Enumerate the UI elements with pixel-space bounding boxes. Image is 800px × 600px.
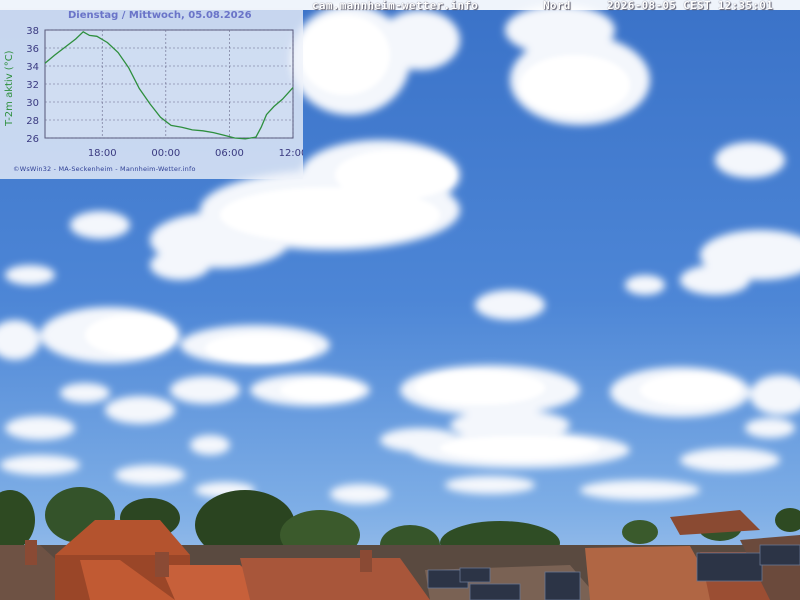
y-tick-label: 34 (26, 62, 39, 73)
y-tick-label: 32 (26, 80, 39, 91)
x-tick-label: 18:00 (88, 148, 117, 159)
y-tick-label: 30 (26, 98, 39, 109)
x-tick-label: 06:00 (215, 148, 244, 159)
y-axis-label: T-2m aktiv (°C) (4, 50, 15, 126)
y-tick-label: 28 (26, 116, 39, 127)
site-label: cam.mannheim-wetter.info (312, 0, 479, 12)
chart-credit: ©WsWin32 - MA-Seckenheim - Mannheim-Wett… (13, 165, 196, 173)
y-tick-label: 36 (26, 44, 39, 55)
y-tick-label: 26 (26, 134, 39, 145)
x-tick-label: 12:00 (279, 148, 303, 159)
temperature-chart-panel: 26 28 30 32 34 36 38 18:00 00:00 06:00 12:00 Diens… (0, 8, 303, 179)
temperature-chart: 26 28 30 32 34 36 38 18:00 00:00 06:00 12:00 (26, 26, 303, 159)
chart-title: Dienstag / Mittwoch, 05.08.2026 (68, 10, 252, 21)
timestamp: 2026-08-05 CEST 12:35:01 (607, 0, 774, 12)
y-tick-label: 38 (26, 26, 39, 37)
direction-label: Nord (543, 0, 571, 12)
x-tick-label: 00:00 (151, 148, 180, 159)
